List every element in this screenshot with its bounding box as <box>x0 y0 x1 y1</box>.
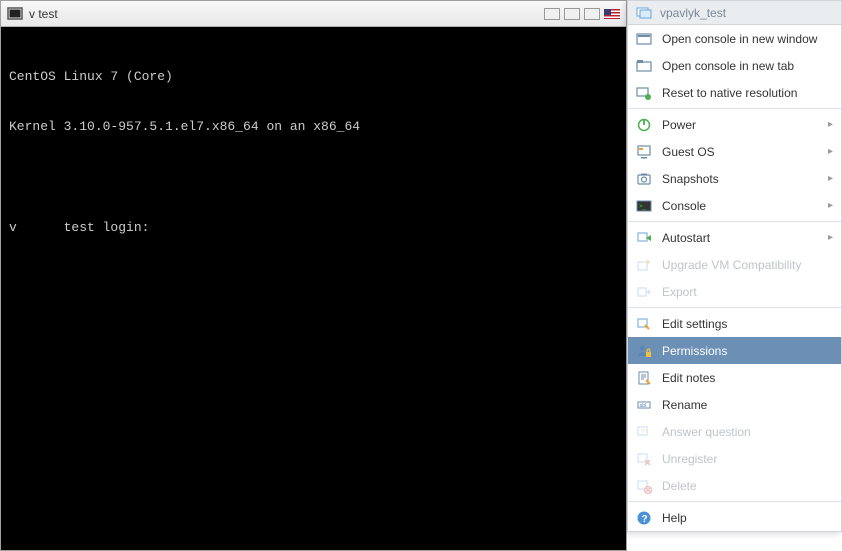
menu-edit-notes[interactable]: Edit notes <box>628 364 841 391</box>
menu-open-console-new-window[interactable]: Open console in new window <box>628 25 841 52</box>
power-icon <box>636 117 652 133</box>
menu-permissions[interactable]: Permissions <box>628 337 841 364</box>
menu-label: Unregister <box>662 452 717 466</box>
svg-text:abl: abl <box>640 403 647 409</box>
menu-label: Power <box>662 118 696 132</box>
menu-answer-question: ? Answer question <box>628 418 841 445</box>
menu-unregister: Unregister <box>628 445 841 472</box>
menu-separator <box>628 108 841 109</box>
terminal-login-prompt: v test login: <box>9 220 618 237</box>
console-icon <box>7 6 23 22</box>
question-icon: ? <box>636 424 652 440</box>
keyboard-layout-flag-icon[interactable] <box>604 9 620 19</box>
console-window-icon <box>636 31 652 47</box>
menu-header-label: vpavlyk_test <box>660 6 726 20</box>
vm-icon <box>636 5 652 21</box>
menu-label: Export <box>662 285 697 299</box>
menu-label: Snapshots <box>662 172 719 186</box>
menu-label: Upgrade VM Compatibility <box>662 258 801 272</box>
snapshots-icon <box>636 171 652 187</box>
menu-label: Reset to native resolution <box>662 86 797 100</box>
svg-text:>_: >_ <box>639 204 647 210</box>
menu-power[interactable]: Power <box>628 111 841 138</box>
window-button-1[interactable] <box>544 8 560 20</box>
unregister-icon <box>636 451 652 467</box>
terminal-line: CentOS Linux 7 (Core) <box>9 69 618 86</box>
menu-label: Open console in new window <box>662 32 817 46</box>
menu-label: Rename <box>662 398 707 412</box>
menu-label: Edit settings <box>662 317 727 331</box>
export-icon <box>636 284 652 300</box>
terminal-content[interactable]: CentOS Linux 7 (Core) Kernel 3.10.0-957.… <box>1 27 626 279</box>
upgrade-icon <box>636 257 652 273</box>
menu-console[interactable]: >_ Console <box>628 192 841 219</box>
menu-label: Console <box>662 199 706 213</box>
window-button-2[interactable] <box>564 8 580 20</box>
title-bar: v test <box>1 1 626 27</box>
menu-snapshots[interactable]: Snapshots <box>628 165 841 192</box>
menu-label: Guest OS <box>662 145 715 159</box>
settings-icon <box>636 316 652 332</box>
help-icon: ? <box>636 510 652 526</box>
menu-separator <box>628 307 841 308</box>
autostart-icon <box>636 230 652 246</box>
menu-export: Export <box>628 278 841 305</box>
console-tab-icon <box>636 58 652 74</box>
window-button-3[interactable] <box>584 8 600 20</box>
menu-separator <box>628 501 841 502</box>
menu-upgrade-vm: Upgrade VM Compatibility <box>628 251 841 278</box>
menu-reset-resolution[interactable]: Reset to native resolution <box>628 79 841 106</box>
delete-icon <box>636 478 652 494</box>
svg-text:?: ? <box>641 429 645 436</box>
svg-text:?: ? <box>642 514 648 525</box>
console-submenu-icon: >_ <box>636 198 652 214</box>
rename-icon: abl <box>636 397 652 413</box>
menu-label: Edit notes <box>662 371 715 385</box>
window-title: v test <box>29 7 58 21</box>
resolution-icon <box>636 85 652 101</box>
menu-edit-settings[interactable]: Edit settings <box>628 310 841 337</box>
context-menu: vpavlyk_test Open console in new window … <box>627 0 842 532</box>
menu-label: Permissions <box>662 344 727 358</box>
menu-label: Open console in new tab <box>662 59 794 73</box>
menu-delete: Delete <box>628 472 841 499</box>
menu-label: Help <box>662 511 687 525</box>
menu-label: Autostart <box>662 231 710 245</box>
menu-label: Delete <box>662 479 697 493</box>
menu-rename[interactable]: abl Rename <box>628 391 841 418</box>
menu-help[interactable]: ? Help <box>628 504 841 531</box>
notes-icon <box>636 370 652 386</box>
console-window: v test CentOS Linux 7 (Core) Kernel 3.10… <box>0 0 627 551</box>
menu-separator <box>628 221 841 222</box>
guest-os-icon <box>636 144 652 160</box>
menu-autostart[interactable]: Autostart <box>628 224 841 251</box>
menu-header: vpavlyk_test <box>628 1 841 25</box>
menu-guest-os[interactable]: Guest OS <box>628 138 841 165</box>
menu-open-console-new-tab[interactable]: Open console in new tab <box>628 52 841 79</box>
terminal-line: Kernel 3.10.0-957.5.1.el7.x86_64 on an x… <box>9 119 618 136</box>
permissions-icon <box>636 343 652 359</box>
menu-label: Answer question <box>662 425 751 439</box>
